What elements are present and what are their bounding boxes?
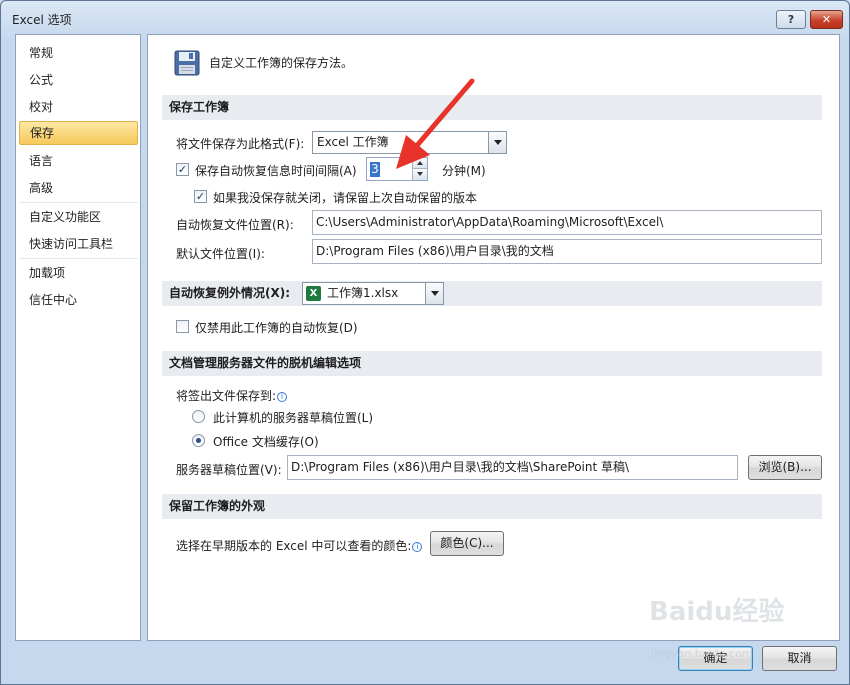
exception-workbook-value: 工作簿1.xlsx (327, 286, 399, 300)
chevron-down-icon[interactable] (488, 132, 506, 153)
save-checked-out-text: 将签出文件保存到: (176, 389, 277, 403)
info-icon: i (412, 542, 423, 552)
save-format-label: 将文件保存为此格式(F): (176, 137, 305, 151)
save-options-panel: 自定义工作簿的保存方法。 保存工作簿 将文件保存为此格式(F): Excel 工… (147, 34, 840, 641)
autorecover-minutes-value[interactable]: 3 (370, 162, 380, 177)
cancel-button[interactable]: 取消 (762, 646, 837, 671)
nav-item-save[interactable]: 保存 (19, 121, 138, 145)
keep-last-version-label: 如果我没保存就关闭，请保留上次自动保留的版本 (213, 191, 478, 205)
nav-item-language[interactable]: 语言 (19, 149, 138, 173)
section-offline-editing: 文档管理服务器文件的脱机编辑选项 (162, 351, 822, 376)
panel-description: 自定义工作簿的保存方法。 (209, 56, 354, 70)
autorecover-exceptions-title: 自动恢复例外情况(X): (169, 286, 291, 300)
nav-item-customize-ribbon[interactable]: 自定义功能区 (19, 205, 138, 229)
chevron-down-icon[interactable] (425, 283, 443, 304)
nav-item-formulas[interactable]: 公式 (19, 68, 138, 92)
floppy-disk-icon (174, 50, 200, 76)
nav-divider (19, 202, 138, 203)
baidu-watermark: Baidu经验 (649, 597, 785, 627)
autorecover-location-input[interactable]: C:\Users\Administrator\AppData\Roaming\M… (312, 210, 822, 235)
radio-server-drafts[interactable] (192, 410, 205, 423)
drafts-location-label: 服务器草稿位置(V): (176, 463, 282, 477)
info-icon: i (277, 392, 288, 402)
red-arrow-annotation (396, 78, 475, 169)
close-button[interactable]: ✕ (810, 10, 843, 29)
disable-autorecover-checkbox[interactable] (176, 320, 189, 333)
drafts-location-input[interactable]: D:\Program Files (x86)\用户目录\我的文档\SharePo… (287, 455, 738, 480)
autorecover-checkbox[interactable]: ✓ (176, 163, 189, 176)
nav-item-proofing[interactable]: 校对 (19, 95, 138, 119)
nav-item-advanced[interactable]: 高级 (19, 176, 138, 200)
excel-options-dialog: Excel 选项 ? ✕ 常规 公式 校对 保存 语言 高级 自定义功能区 快速… (0, 0, 850, 685)
autorecover-label: 保存自动恢复信息时间间隔(A) (195, 164, 357, 178)
exception-workbook-dropdown[interactable]: X 工作簿1.xlsx (302, 282, 444, 305)
section-save-workbooks: 保存工作簿 (162, 95, 822, 120)
autorecover-location-label: 自动恢复文件位置(R): (176, 218, 294, 232)
help-button[interactable]: ? (776, 10, 806, 29)
window-title: Excel 选项 (12, 13, 72, 27)
save-checked-out-label: 将签出文件保存到: i (176, 387, 288, 404)
nav-item-quick-access-toolbar[interactable]: 快速访问工具栏 (19, 232, 138, 256)
colors-label-text: 选择在早期版本的 Excel 中可以查看的颜色: (176, 539, 412, 553)
excel-file-icon: X (306, 286, 321, 301)
browse-button[interactable]: 浏览(B)... (748, 455, 822, 480)
default-location-label: 默认文件位置(I): (176, 247, 265, 261)
save-format-value: Excel 工作簿 (317, 135, 389, 149)
colors-button[interactable]: 颜色(C)... (430, 531, 504, 556)
section-appearance: 保留工作簿的外观 (162, 494, 822, 519)
section-autorecover-exceptions: 自动恢复例外情况(X): (162, 281, 822, 306)
radio-office-cache[interactable] (192, 434, 205, 447)
disable-autorecover-label: 仅禁用此工作簿的自动恢复(D) (195, 321, 358, 335)
nav-divider (19, 258, 138, 259)
nav-item-general[interactable]: 常规 (19, 41, 138, 65)
radio-server-drafts-label: 此计算机的服务器草稿位置(L) (213, 411, 374, 425)
keep-last-version-checkbox[interactable]: ✓ (194, 190, 207, 203)
nav-item-trust-center[interactable]: 信任中心 (19, 288, 138, 312)
default-location-input[interactable]: D:\Program Files (x86)\用户目录\我的文档 (312, 239, 822, 264)
title-bar: Excel 选项 ? ✕ (1, 1, 849, 35)
colors-label: 选择在早期版本的 Excel 中可以查看的颜色: i (176, 537, 423, 554)
nav-item-add-ins[interactable]: 加载项 (19, 261, 138, 285)
radio-office-cache-label: Office 文档缓存(O) (213, 435, 319, 449)
options-nav: 常规 公式 校对 保存 语言 高级 自定义功能区 快速访问工具栏 加载项 信任中… (15, 34, 141, 641)
baidu-watermark-url: jingyan.baidu.com (651, 647, 753, 660)
